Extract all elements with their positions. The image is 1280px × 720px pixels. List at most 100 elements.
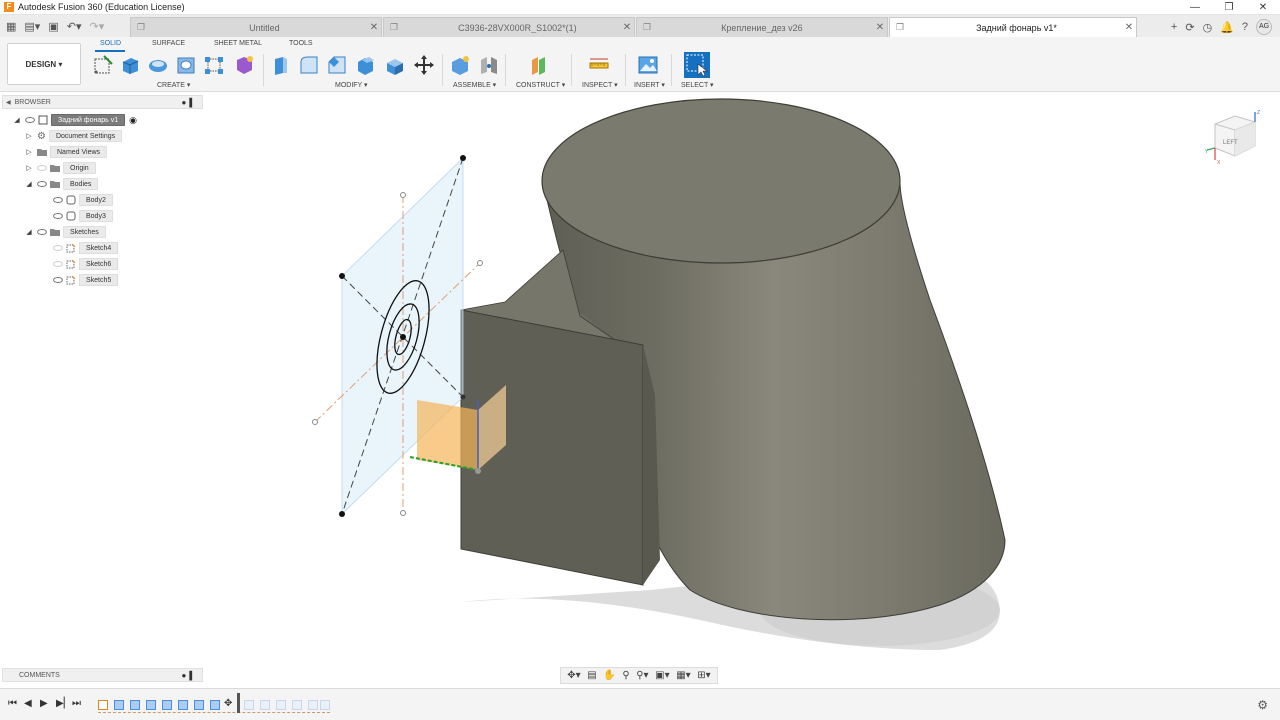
timeline-extrude-feature[interactable] [162,700,172,710]
timeline-extrude-feature[interactable] [194,700,204,710]
play-icon[interactable]: ▶ [40,698,48,709]
help-icon[interactable]: ? [1242,21,1248,33]
combine-icon[interactable] [384,54,406,76]
block-top-face[interactable] [460,249,644,346]
job-status-icon[interactable]: ◷ [1203,21,1213,34]
visibility-eye-icon[interactable] [53,213,63,219]
timeline-extrude-feature[interactable] [146,700,156,710]
activate-radio-icon[interactable]: ◉ [129,115,137,126]
notifications-icon[interactable]: 🔔 [1220,21,1234,34]
timeline-suppressed-feature[interactable] [292,700,302,710]
tree-item-sketch5[interactable]: Sketch5 [50,273,119,287]
visibility-eye-icon[interactable] [37,229,47,235]
timeline-marker[interactable] [237,693,240,713]
timeline-suppressed-feature[interactable] [320,700,330,710]
axis-endpoint[interactable] [312,419,318,425]
offset-plane-icon[interactable] [528,54,550,76]
browser-options-icon[interactable]: ●▐ [182,98,193,107]
grid-settings-icon[interactable]: ▦▾ [676,670,690,681]
undo-icon[interactable]: ↶▾ [67,20,82,33]
redo-icon[interactable]: ↷▾ [89,20,104,33]
visibility-eye-icon[interactable] [53,277,63,283]
joint-icon[interactable] [478,54,500,76]
sketch-circle-outer[interactable] [367,275,440,398]
move-copy-icon[interactable] [413,54,435,76]
browser-panel-header[interactable]: ◀ BROWSER ●▐ [2,95,203,109]
viewcube-face-label[interactable]: LEFT [1223,140,1238,146]
inspect-group-label[interactable]: INSPECT ▾ [582,81,618,89]
press-pull-icon[interactable] [270,54,292,76]
assemble-group-label[interactable]: ASSEMBLE ▾ [453,81,496,89]
hole-icon[interactable] [175,54,197,76]
tab-c3936[interactable]: ❐ C3936-28VX000R_S1002*(1) ✕ [383,17,635,37]
tab-surface[interactable]: SURFACE [152,40,185,47]
sketch-circle-inner[interactable] [392,318,415,356]
new-tab-icon[interactable]: + [1171,21,1177,33]
zoom-icon[interactable]: ⚲ [622,670,629,681]
axis-endpoint[interactable] [477,260,483,266]
tree-item-document-settings[interactable]: ▷ ⚙ Document Settings [24,129,123,143]
tab-solid[interactable]: SOLID [100,40,121,47]
grid-menu-icon[interactable]: ▦ [6,20,16,33]
tree-item-origin[interactable]: ▷ Origin [24,161,96,175]
workspace-switcher-button[interactable]: DESIGN ▾ [7,43,81,85]
measure-icon[interactable] [588,54,610,76]
timeline-extrude-feature[interactable] [178,700,188,710]
tree-item-bodies[interactable]: ◢ Bodies [24,177,99,191]
pan-icon[interactable]: ✋ [603,670,615,681]
visibility-eye-icon[interactable] [25,117,35,123]
tab-tools[interactable]: TOOLS [289,40,313,47]
select-icon[interactable] [684,52,710,78]
step-forward-icon[interactable]: ▶▏ [56,698,71,709]
pattern-icon[interactable] [203,54,225,76]
visibility-eye-icon[interactable] [37,181,47,187]
chamfer-icon[interactable] [326,54,348,76]
insert-image-icon[interactable] [637,54,659,76]
block-front-face[interactable] [460,309,644,586]
timeline-suppressed-feature[interactable] [260,700,270,710]
close-window-button[interactable]: ✕ [1246,0,1280,15]
tab-zadniy-fonar[interactable]: ❐ Задний фонарь v1* ✕ [889,17,1137,37]
modify-group-label[interactable]: MODIFY ▾ [335,81,368,89]
fit-icon[interactable]: ⚲▾ [636,670,648,681]
extrude-icon[interactable] [119,54,141,76]
timeline-settings-gear-icon[interactable]: ⚙ [1257,698,1268,712]
collapse-triangle-icon[interactable]: ◀ [6,99,11,106]
revolve-icon[interactable] [147,54,169,76]
tree-item-sketch6[interactable]: Sketch6 [50,257,119,271]
axis-endpoint[interactable] [400,192,406,198]
cylinder-body[interactable] [542,181,1006,621]
tree-item-named-views[interactable]: ▷ Named Views [24,145,108,159]
sketch-point[interactable] [460,394,466,400]
insert-group-label[interactable]: INSERT ▾ [634,81,665,89]
maximize-button[interactable]: ❐ [1212,0,1246,15]
viewcube[interactable]: LEFT Y X Z [1205,108,1263,166]
new-component-icon[interactable] [449,54,471,76]
comments-panel-header[interactable]: COMMENTS ●▐ [2,668,203,682]
timeline-suppressed-feature[interactable] [308,700,318,710]
expand-triangle-icon[interactable]: ▷ [24,148,34,156]
avatar[interactable]: AG [1256,19,1272,35]
minimize-button[interactable]: — [1178,0,1212,15]
go-to-end-icon[interactable]: ⏭ [72,698,81,709]
save-icon[interactable]: ▣ [48,20,58,33]
expand-triangle-icon[interactable]: ▷ [24,132,34,140]
tree-item-root[interactable]: ◢ Задний фонарь v1 ◉ [12,113,137,127]
shell-icon[interactable] [354,54,376,76]
sketch-profile[interactable] [417,400,478,470]
sketch-point[interactable] [460,155,466,161]
tab-kreplenie[interactable]: ❐ Крепление_дез v26 ✕ [636,17,888,37]
construct-group-label[interactable]: CONSTRUCT ▾ [516,81,565,89]
create-sketch-icon[interactable] [92,54,114,76]
timeline-extrude-feature[interactable] [114,700,124,710]
go-to-start-icon[interactable]: ⏮ [8,698,17,709]
look-at-icon[interactable]: ▤ [587,670,596,681]
construction-plane[interactable] [341,157,464,515]
close-tab-icon[interactable]: ✕ [367,22,381,33]
expand-triangle-icon[interactable]: ▷ [24,164,34,172]
timeline-suppressed-feature[interactable] [276,700,286,710]
close-tab-icon[interactable]: ✕ [873,22,887,33]
sketch-point[interactable] [475,468,481,474]
visibility-eye-icon[interactable] [53,245,63,251]
tree-item-sketch4[interactable]: Sketch4 [50,241,119,255]
